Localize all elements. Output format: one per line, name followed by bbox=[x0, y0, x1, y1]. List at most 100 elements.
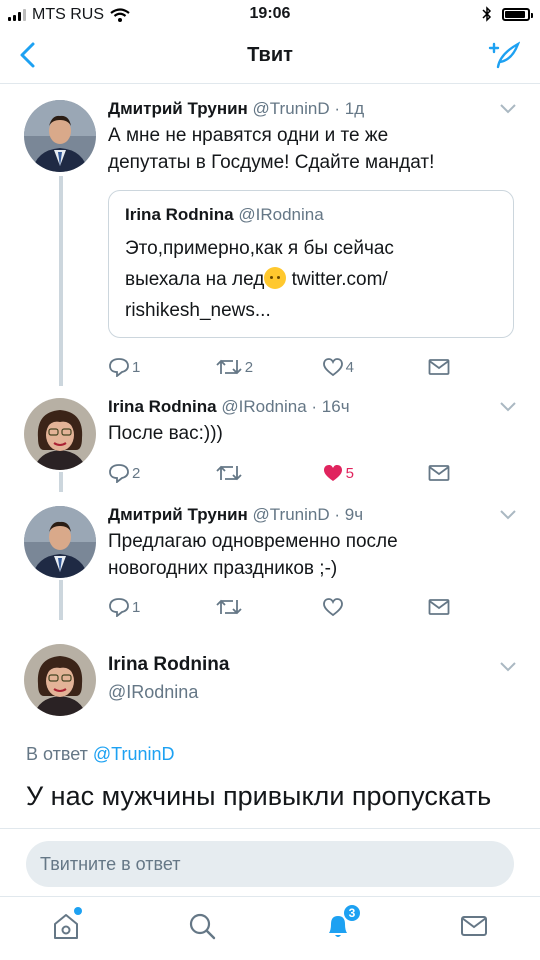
retweet-icon bbox=[216, 359, 242, 375]
notifications-badge: 3 bbox=[342, 903, 362, 923]
page-title: Твит bbox=[247, 44, 293, 66]
like-count: 5 bbox=[345, 464, 354, 482]
quote-author-handle: @IRodnina bbox=[238, 205, 324, 224]
like-button[interactable]: 4 bbox=[322, 354, 429, 380]
tweet-header: Дмитрий Трунин @TruninD · 9ч bbox=[108, 504, 520, 526]
tab-bar: 3 bbox=[0, 896, 540, 960]
retweet-button[interactable]: 2 bbox=[215, 354, 322, 380]
chevron-down-icon[interactable] bbox=[500, 402, 516, 412]
retweet-icon bbox=[216, 465, 242, 481]
tweet-text: После вас:))) bbox=[108, 420, 520, 447]
quote-text-line: выехала на лед twitter.com/ bbox=[125, 267, 388, 290]
new-content-dot bbox=[74, 907, 82, 915]
tweet[interactable]: Irina Rodnina @IRodnina · 16ч После вас:… bbox=[108, 396, 520, 447]
main-tweet-text: У нас мужчины привыкли пропускать bbox=[26, 781, 492, 811]
tweet-actions: 2 5 bbox=[108, 460, 458, 486]
tweet[interactable]: Дмитрий Трунин @TruninD · 1д А мне не нр… bbox=[108, 98, 520, 176]
tweet-time: · 16ч bbox=[311, 397, 350, 416]
reply-icon bbox=[109, 598, 129, 617]
quote-text-line: rishikesh_news... bbox=[125, 300, 271, 321]
tweet-time: · 1д bbox=[334, 99, 365, 118]
chevron-down-icon[interactable] bbox=[500, 662, 516, 672]
reply-button[interactable]: 1 bbox=[108, 594, 215, 620]
upside-down-face-emoji-icon bbox=[264, 267, 287, 289]
avatar[interactable] bbox=[24, 506, 96, 578]
reply-icon bbox=[109, 464, 129, 483]
author-name[interactable]: Irina Rodnina bbox=[108, 654, 229, 676]
envelope-icon bbox=[428, 599, 450, 615]
retweet-button[interactable] bbox=[215, 460, 322, 486]
retweet-count: 2 bbox=[244, 358, 254, 376]
reply-count: 2 bbox=[132, 464, 141, 482]
search-icon bbox=[189, 913, 216, 940]
like-button[interactable]: 5 bbox=[322, 460, 429, 486]
replying-to-link[interactable]: @TruninD bbox=[93, 744, 175, 764]
tweet-text: Предлагаю одновременно после новогодних … bbox=[108, 528, 520, 582]
replying-to: В ответ @TruninD bbox=[26, 744, 175, 765]
tab-search[interactable] bbox=[188, 911, 216, 946]
tweet-text-line: Предлагаю одновременно после bbox=[108, 531, 398, 552]
status-bar: MTS RUS 19:06 bbox=[0, 0, 540, 30]
heart-icon bbox=[322, 358, 343, 377]
heart-filled-icon bbox=[323, 465, 342, 481]
reply-bar: Твитните в ответ bbox=[0, 828, 540, 896]
tweet-header: Дмитрий Трунин @TruninD · 1д bbox=[108, 98, 520, 120]
tweet-text-line: новогодних праздников ;-) bbox=[108, 558, 338, 579]
reply-input[interactable]: Твитните в ответ bbox=[26, 841, 514, 887]
thread-line bbox=[59, 176, 63, 386]
author-handle[interactable]: @TruninD bbox=[253, 505, 330, 524]
tweet[interactable]: Дмитрий Трунин @TruninD · 9ч Предлагаю о… bbox=[108, 504, 520, 582]
main-tweet-header: Irina Rodnina @IRodnina bbox=[108, 654, 229, 703]
quote-text: Это,примерно,как я бы сейчас выехала на … bbox=[125, 233, 497, 326]
status-right bbox=[482, 6, 533, 22]
home-icon bbox=[54, 914, 78, 939]
message-button[interactable] bbox=[428, 594, 458, 620]
quote-author-name: Irina Rodnina bbox=[125, 205, 234, 224]
tweet-text-line: депутаты в Госдуме! Сдайте мандат! bbox=[108, 152, 435, 173]
envelope-icon bbox=[428, 359, 450, 375]
retweet-button[interactable] bbox=[215, 594, 322, 620]
clock: 19:06 bbox=[249, 5, 291, 22]
quoted-tweet[interactable]: Irina Rodnina @IRodnina Это,примерно,как… bbox=[108, 190, 514, 338]
tab-notifications[interactable]: 3 bbox=[324, 903, 362, 946]
quote-text-line: Это,примерно,как я бы сейчас bbox=[125, 238, 394, 259]
tweet-actions: 1 bbox=[108, 594, 458, 620]
author-handle[interactable]: @TruninD bbox=[253, 99, 330, 118]
tab-messages[interactable] bbox=[460, 911, 488, 946]
like-button[interactable] bbox=[322, 594, 429, 620]
message-button[interactable] bbox=[428, 460, 458, 486]
tweet-text-line: А мне не нравятся одни и те же bbox=[108, 125, 389, 146]
avatar[interactable] bbox=[24, 398, 96, 470]
reply-button[interactable]: 1 bbox=[108, 354, 215, 380]
author-handle[interactable]: @IRodnina bbox=[221, 397, 306, 416]
message-button[interactable] bbox=[428, 354, 458, 380]
tab-home[interactable] bbox=[52, 907, 82, 946]
thread-line bbox=[59, 472, 63, 492]
like-count: 4 bbox=[345, 358, 354, 376]
author-name[interactable]: Дмитрий Трунин bbox=[108, 505, 248, 524]
reply-button[interactable]: 2 bbox=[108, 460, 215, 486]
author-handle[interactable]: @IRodnina bbox=[108, 682, 229, 703]
retweet-icon bbox=[216, 599, 242, 615]
envelope-icon bbox=[461, 916, 487, 936]
reply-count: 1 bbox=[132, 598, 141, 616]
battery-icon bbox=[502, 7, 533, 21]
chevron-down-icon[interactable] bbox=[500, 104, 516, 114]
chevron-down-icon[interactable] bbox=[500, 510, 516, 520]
avatar[interactable] bbox=[24, 644, 96, 716]
replying-to-label: В ответ bbox=[26, 744, 93, 764]
tweet-actions: 1 2 4 bbox=[108, 354, 458, 380]
tweet-text-line: После вас:))) bbox=[108, 423, 223, 444]
compose-tweet-icon[interactable] bbox=[488, 40, 520, 70]
reply-count: 1 bbox=[132, 358, 141, 376]
tweet-header: Irina Rodnina @IRodnina · 16ч bbox=[108, 396, 520, 418]
navigation-bar: Твит bbox=[0, 30, 540, 84]
heart-icon bbox=[322, 598, 343, 617]
author-name[interactable]: Irina Rodnina bbox=[108, 397, 217, 416]
envelope-icon bbox=[428, 465, 450, 481]
author-name[interactable]: Дмитрий Трунин bbox=[108, 99, 248, 118]
quote-header: Irina Rodnina @IRodnina bbox=[125, 205, 497, 225]
bluetooth-icon bbox=[482, 6, 492, 22]
avatar[interactable] bbox=[24, 100, 96, 172]
reply-icon bbox=[109, 358, 129, 377]
